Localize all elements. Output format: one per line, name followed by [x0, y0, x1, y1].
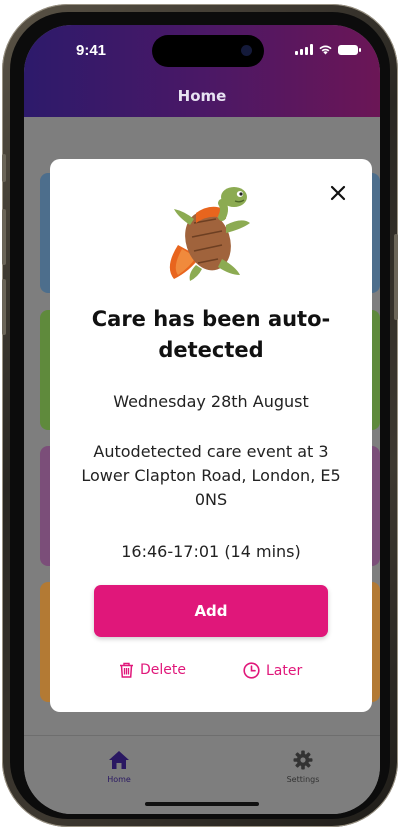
volume-down-button — [2, 279, 6, 335]
status-bar: 9:41 — [24, 25, 380, 79]
battery-icon — [338, 44, 361, 55]
tab-settings[interactable]: Settings — [273, 750, 333, 784]
page-title: Home — [177, 87, 227, 105]
signal-icon — [295, 44, 313, 55]
dynamic-island — [152, 35, 264, 67]
modal-time-range: 16:46-17:01 (14 mins) — [121, 542, 301, 561]
delete-button[interactable]: Delete — [119, 662, 186, 678]
tab-bar: Home Settings — [24, 735, 380, 814]
phone-frame: 9:41 Home Care has been auto-detected We… — [2, 4, 398, 827]
modal-title: Care has been auto-detected — [91, 307, 331, 362]
status-time: 9:41 — [76, 42, 107, 59]
tab-home[interactable]: Home — [89, 750, 149, 784]
turtle-illustration — [169, 187, 250, 281]
app-header: 9:41 Home — [24, 25, 380, 117]
modal-description: Autodetected care event at 3 Lower Clapt… — [81, 442, 341, 509]
camera-icon — [241, 45, 252, 56]
clock-icon — [243, 662, 260, 679]
home-indicator[interactable] — [145, 802, 259, 806]
home-icon — [109, 751, 129, 769]
modal-date: Wednesday 28th August — [113, 392, 309, 411]
power-button — [394, 234, 398, 320]
volume-up-button — [2, 209, 6, 265]
delete-label: Delete — [140, 662, 186, 678]
later-button[interactable]: Later — [243, 662, 302, 679]
gear-icon — [293, 750, 313, 770]
status-icons — [295, 44, 361, 55]
app-screen: 9:41 Home Care has been auto-detected We… — [24, 25, 380, 814]
tab-settings-label: Settings — [286, 775, 320, 784]
silent-switch — [2, 154, 6, 182]
care-detected-modal: Care has been auto-detected Wednesday 28… — [50, 159, 372, 712]
trash-icon — [120, 662, 133, 678]
later-label: Later — [266, 662, 303, 679]
wifi-icon — [319, 45, 332, 55]
close-icon[interactable] — [324, 179, 352, 207]
add-button[interactable]: Add — [94, 585, 328, 637]
tab-home-label: Home — [107, 775, 131, 784]
